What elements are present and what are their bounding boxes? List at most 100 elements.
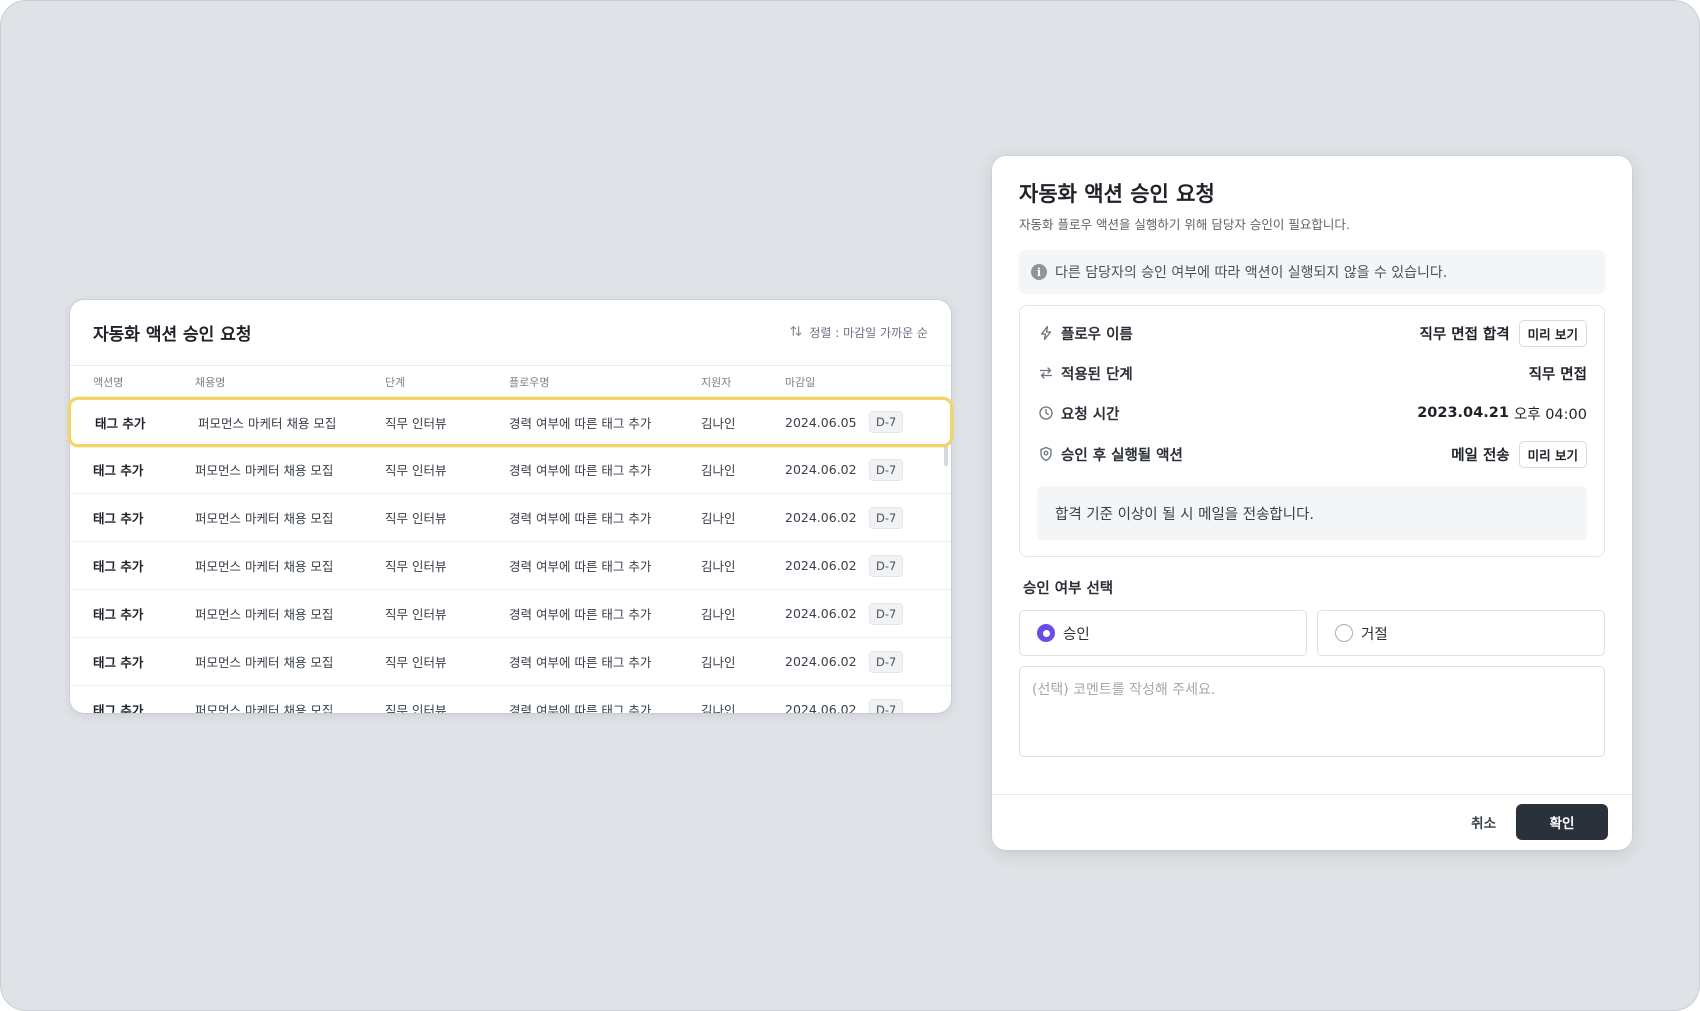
cell-stage: 직무 인터뷰 (385, 559, 447, 574)
cell-flow: 경력 여부에 따른 태그 추가 (509, 511, 652, 526)
notice-text: 다른 담당자의 승인 여부에 따라 액션이 실행되지 않을 수 있습니다. (1055, 265, 1448, 281)
column-header: 채용명 (195, 376, 226, 389)
post-action-value: 메일 전송 (1451, 447, 1510, 464)
approve-label: 승인 (1063, 626, 1090, 643)
cell-flow: 경력 여부에 따른 태그 추가 (509, 703, 652, 713)
approval-modal: 자동화 액션 승인 요청 자동화 플로우 액션을 실행하기 위해 담당자 승인이… (992, 156, 1632, 850)
table-row[interactable]: 태그 추가 퍼모먼스 마케터 채용 모집 직무 인터뷰 경력 여부에 따른 태그… (70, 686, 951, 713)
sort-control[interactable]: 정렬 : 마감일 가까운 순 (789, 324, 928, 341)
cell-applicant: 김나인 (701, 559, 736, 574)
flow-name-label: 플로우 이름 (1061, 326, 1133, 343)
dday-badge: D-7 (869, 698, 904, 713)
action-description: 합격 기준 이상이 될 시 메일을 전송합니다. (1037, 486, 1587, 540)
cell-applicant: 김나인 (701, 415, 736, 431)
cell-action: 태그 추가 (93, 703, 144, 713)
clock-icon (1037, 404, 1055, 422)
table-row-selected[interactable]: 태그 추가 퍼모먼스 마케터 채용 모집 직무 인터뷰 경력 여부에 따른 태그… (70, 398, 951, 446)
comment-input[interactable] (1019, 666, 1605, 757)
cell-flow: 경력 여부에 따른 태그 추가 (509, 559, 652, 574)
confirm-button[interactable]: 확인 (1516, 804, 1608, 840)
cell-action: 태그 추가 (93, 463, 144, 478)
flow-name-row: 플로우 이름 직무 면접 합격 미리 보기 (1037, 319, 1587, 347)
cell-applicant: 김나인 (701, 511, 736, 526)
reject-label: 거절 (1361, 626, 1388, 643)
approve-option[interactable]: 승인 (1019, 610, 1307, 656)
cell-action: 태그 추가 (95, 415, 146, 431)
cancel-button[interactable]: 취소 (1471, 812, 1496, 832)
sort-label: 정렬 : 마감일 가까운 순 (809, 326, 928, 340)
cell-stage: 직무 인터뷰 (385, 703, 447, 713)
reject-option[interactable]: 거절 (1317, 610, 1605, 656)
canvas-background: 자동화 액션 승인 요청 정렬 : 마감일 가까운 순 액션명 채용명 단계 플… (0, 0, 1700, 1011)
dday-badge: D-7 (869, 506, 904, 529)
column-header: 액션명 (93, 376, 124, 389)
request-time-label: 요청 시간 (1061, 406, 1120, 423)
cell-stage: 직무 인터뷰 (385, 415, 447, 431)
column-header: 플로우명 (509, 376, 550, 389)
notice-banner: i 다른 담당자의 승인 여부에 따라 액션이 실행되지 않을 수 있습니다. (1019, 250, 1605, 294)
details-panel: 플로우 이름 직무 면접 합격 미리 보기 적용된 단계 직무 면접 요청 시간… (1019, 305, 1605, 557)
modal-title: 자동화 액션 승인 요청 (1019, 182, 1215, 206)
list-header: 자동화 액션 승인 요청 정렬 : 마감일 가까운 순 (70, 300, 951, 366)
table-row[interactable]: 태그 추가 퍼모먼스 마케터 채용 모집 직무 인터뷰 경력 여부에 따른 태그… (70, 446, 951, 494)
shield-icon (1037, 445, 1055, 463)
applied-stage-row: 적용된 단계 직무 면접 (1037, 359, 1587, 387)
cell-job: 퍼모먼스 마케터 채용 모집 (195, 703, 334, 713)
flow-name-value: 직무 면접 합격 (1419, 326, 1510, 343)
approve-radio[interactable] (1037, 624, 1055, 642)
cell-due: 2024.06.05 (785, 414, 857, 430)
dday-badge: D-7 (869, 458, 904, 481)
cell-job: 퍼모먼스 마케터 채용 모집 (195, 559, 334, 574)
lightning-icon (1037, 324, 1055, 342)
cell-flow: 경력 여부에 따른 태그 추가 (509, 607, 652, 622)
cell-applicant: 김나인 (701, 655, 736, 670)
action-preview-button[interactable]: 미리 보기 (1518, 440, 1587, 468)
cell-stage: 직무 인터뷰 (385, 607, 447, 622)
dday-badge: D-7 (869, 650, 904, 673)
cell-action: 태그 추가 (93, 511, 144, 526)
flow-preview-button[interactable]: 미리 보기 (1518, 319, 1587, 347)
cell-due: 2024.06.02 (785, 558, 857, 573)
list-title: 자동화 액션 승인 요청 (93, 325, 252, 345)
dday-badge: D-7 (869, 554, 904, 577)
cell-job: 퍼모먼스 마케터 채용 모집 (198, 415, 337, 431)
cell-flow: 경력 여부에 따른 태그 추가 (509, 415, 652, 431)
request-clock: 오후 04:00 (1513, 406, 1587, 423)
cell-stage: 직무 인터뷰 (385, 463, 447, 478)
cell-applicant: 김나인 (701, 607, 736, 622)
approval-list-card: 자동화 액션 승인 요청 정렬 : 마감일 가까운 순 액션명 채용명 단계 플… (70, 300, 951, 713)
swap-arrows-icon (1037, 364, 1055, 382)
applied-stage-label: 적용된 단계 (1061, 366, 1133, 383)
cell-flow: 경력 여부에 따른 태그 추가 (509, 655, 652, 670)
cell-due: 2024.06.02 (785, 510, 857, 525)
post-action-row: 승인 후 실행될 액션 메일 전송 미리 보기 (1037, 440, 1587, 468)
column-header: 지원자 (701, 376, 732, 389)
table-row[interactable]: 태그 추가 퍼모먼스 마케터 채용 모집 직무 인터뷰 경력 여부에 따른 태그… (70, 638, 951, 686)
cell-job: 퍼모먼스 마케터 채용 모집 (195, 511, 334, 526)
table-row[interactable]: 태그 추가 퍼모먼스 마케터 채용 모집 직무 인터뷰 경력 여부에 따른 태그… (70, 494, 951, 542)
request-time-row: 요청 시간 2023.04.21 오후 04:00 (1037, 399, 1587, 427)
cell-stage: 직무 인터뷰 (385, 511, 447, 526)
cell-stage: 직무 인터뷰 (385, 655, 447, 670)
table-row[interactable]: 태그 추가 퍼모먼스 마케터 채용 모집 직무 인터뷰 경력 여부에 따른 태그… (70, 542, 951, 590)
cell-job: 퍼모먼스 마케터 채용 모집 (195, 607, 334, 622)
cell-action: 태그 추가 (93, 607, 144, 622)
modal-subtitle: 자동화 플로우 액션을 실행하기 위해 담당자 승인이 필요합니다. (1019, 217, 1350, 232)
table-row[interactable]: 태그 추가 퍼모먼스 마케터 채용 모집 직무 인터뷰 경력 여부에 따른 태그… (70, 590, 951, 638)
column-header: 마감일 (785, 376, 816, 389)
cell-applicant: 김나인 (701, 703, 736, 713)
dday-badge: D-7 (869, 411, 904, 433)
cell-due: 2024.06.02 (785, 702, 857, 713)
cell-action: 태그 추가 (93, 655, 144, 670)
post-action-label: 승인 후 실행될 액션 (1061, 447, 1183, 464)
applied-stage-value: 직무 면접 (1528, 366, 1587, 383)
info-icon: i (1031, 264, 1047, 280)
approval-select-label: 승인 여부 선택 (1023, 581, 1114, 597)
cell-due: 2024.06.02 (785, 606, 857, 621)
cell-applicant: 김나인 (701, 463, 736, 478)
cell-flow: 경력 여부에 따른 태그 추가 (509, 463, 652, 478)
cell-job: 퍼모먼스 마케터 채용 모집 (195, 463, 334, 478)
sort-arrows-icon (789, 324, 803, 341)
cell-due: 2024.06.02 (785, 654, 857, 669)
reject-radio[interactable] (1335, 624, 1353, 642)
